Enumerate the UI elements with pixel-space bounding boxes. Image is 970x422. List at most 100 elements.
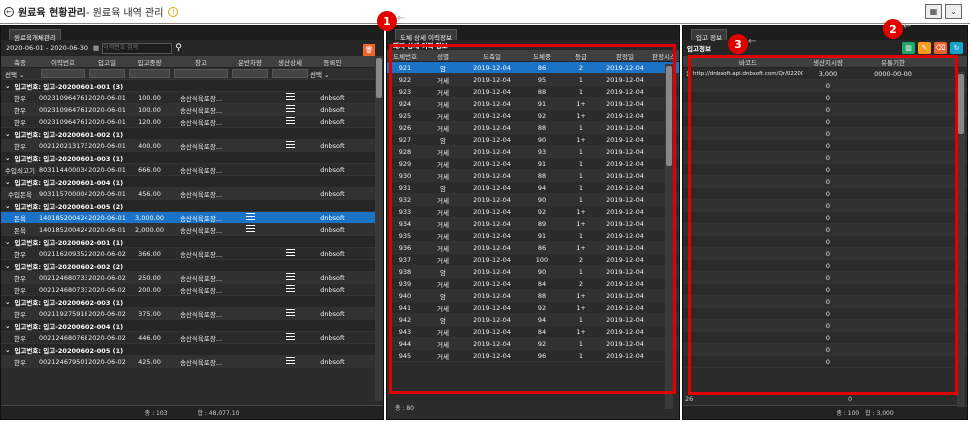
table-row[interactable]: 한우 002119275918 2020-06-02 375.00 송산식육포장... d… — [1, 308, 383, 320]
table-row[interactable]: 돈육 140185200424 2020-06-01 2,000.00 송산식육포장..… — [1, 224, 383, 236]
table-row[interactable]: 936 거세 2019-12-04 86 1+ 2019-12-04 — [387, 242, 679, 254]
warning-icon[interactable]: ! — [168, 6, 179, 17]
table-row[interactable]: 0 — [683, 272, 967, 284]
group-header[interactable]: ⌄ 입고번호: 입고-20200602-005 (1) — [1, 344, 383, 356]
date-range-field[interactable]: 2020-06-01 - 2020-06-30 — [6, 44, 88, 52]
chevron-down-icon[interactable]: ⌄ — [5, 82, 10, 90]
table-row[interactable]: 935 거세 2019-12-04 91 1 2019-12-04 — [387, 230, 679, 242]
table-row[interactable]: 0 — [683, 308, 967, 320]
left-col-header[interactable]: 입고일 — [87, 57, 127, 67]
right-col-header[interactable]: 생산지시량 — [803, 57, 853, 67]
table-row[interactable]: 925 거세 2019-12-04 92 1+ 2019-12-04 — [387, 110, 679, 122]
table-row[interactable]: 927 암 2019-12-04 90 1+ 2019-12-04 — [387, 134, 679, 146]
chevron-down-icon[interactable]: ⌄ — [5, 130, 10, 138]
list-icon[interactable] — [285, 249, 295, 256]
right-col-header[interactable]: 바코드 — [693, 57, 803, 67]
group-header[interactable]: ⌄ 입고번호: 입고-20200602-004 (1) — [1, 320, 383, 332]
table-row[interactable]: 수입쇠고기 803114400034 2020-06-01 666.00 송산식육포장.… — [1, 164, 383, 176]
table-row[interactable]: 돈육 140185200424 2020-06-01 3,000.00 송산식육포장..… — [1, 212, 383, 224]
middle-scrollbar[interactable] — [665, 64, 673, 409]
table-row[interactable]: 1 http://dnbsoft.api.dnbsoft.com/Qr/02200… — [683, 68, 967, 80]
group-header[interactable]: ⌄ 입고번호: 입고-20200602-001 (1) — [1, 236, 383, 248]
table-row[interactable]: 0 — [683, 140, 967, 152]
table-row[interactable]: 0 — [683, 248, 967, 260]
group-header[interactable]: ⌄ 입고번호: 입고-20200601-005 (2) — [1, 200, 383, 212]
table-row[interactable]: 0 — [683, 236, 967, 248]
table-row[interactable]: 930 거세 2019-12-04 88 1 2019-12-04 — [387, 170, 679, 182]
middle-col-header[interactable]: 도체번호 — [387, 51, 423, 61]
filter-user-select[interactable]: 선택 ⌄ — [310, 69, 355, 79]
delete-icon[interactable]: 🗑 — [363, 44, 375, 56]
table-row[interactable]: 수입돈육 903115700004 2020-06-01 456.00 송산식육포장..… — [1, 188, 383, 200]
filter-warehouse-input[interactable] — [174, 69, 228, 79]
table-row[interactable]: 0 — [683, 164, 967, 176]
left-col-header[interactable]: 생산상세 — [270, 57, 310, 67]
group-header[interactable]: ⌄ 입고번호: 입고-20200602-003 (1) — [1, 296, 383, 308]
table-row[interactable]: 928 거세 2019-12-04 93 1 2019-12-04 — [387, 146, 679, 158]
left-col-header[interactable]: 창고 — [172, 57, 230, 67]
list-icon[interactable] — [285, 117, 295, 124]
left-col-header[interactable]: 운반차량 — [230, 57, 270, 67]
table-row[interactable]: 한우 002120213173 2020-06-01 400.00 송산식육포장... d… — [1, 140, 383, 152]
tab-raw-meat[interactable]: 원료육개체관리 — [9, 29, 61, 42]
chevron-down-icon[interactable]: ⌄ — [5, 154, 10, 162]
list-icon[interactable] — [285, 309, 295, 316]
left-col-header[interactable]: 이력번호 — [39, 57, 87, 67]
middle-col-header[interactable]: 성별 — [423, 51, 463, 61]
table-row[interactable]: 0 — [683, 356, 967, 368]
filter-trace-input[interactable] — [41, 69, 85, 79]
middle-col-header[interactable]: 도체중 — [521, 51, 563, 61]
list-icon[interactable] — [245, 213, 255, 220]
chevron-down-icon[interactable]: ⌄ — [5, 298, 10, 306]
table-row[interactable]: 938 암 2019-12-04 90 1 2019-12-04 — [387, 266, 679, 278]
table-row[interactable]: 0 — [683, 344, 967, 356]
table-row[interactable]: 한우 002310964761 2020-06-01 100.00 송산식육포장... d… — [1, 104, 383, 116]
chevron-down-icon[interactable]: ⌄ — [5, 346, 10, 354]
middle-col-header[interactable]: 등급 — [563, 51, 599, 61]
edit-icon[interactable]: ✎ — [918, 42, 931, 54]
filter-vehicle-input[interactable] — [232, 69, 268, 79]
table-row[interactable]: 940 암 2019-12-04 88 1+ 2019-12-04 — [387, 290, 679, 302]
search-icon[interactable]: ⚲ — [175, 43, 182, 53]
table-row[interactable]: 931 암 2019-12-04 94 1 2019-12-04 — [387, 182, 679, 194]
table-row[interactable]: 0 — [683, 212, 967, 224]
table-row[interactable]: 한우 002124680733 2020-06-02 250.00 송산식육포장... d… — [1, 272, 383, 284]
table-row[interactable]: 933 거세 2019-12-04 92 1+ 2019-12-04 — [387, 206, 679, 218]
table-row[interactable]: 0 — [683, 260, 967, 272]
table-row[interactable]: 945 거세 2019-12-04 96 1 2019-12-04 — [387, 350, 679, 362]
table-row[interactable]: 937 거세 2019-12-04 100 2 2019-12-04 — [387, 254, 679, 266]
table-row[interactable]: 0 — [683, 152, 967, 164]
list-icon[interactable] — [245, 225, 255, 232]
group-header[interactable]: ⌄ 입고번호: 입고-20200601-004 (1) — [1, 176, 383, 188]
table-row[interactable]: 0 — [683, 284, 967, 296]
list-icon[interactable] — [285, 141, 295, 148]
table-row[interactable]: 0 — [683, 116, 967, 128]
left-col-header[interactable]: 축종 — [1, 57, 39, 67]
table-row[interactable]: 한우 002116209352 2020-06-02 366.00 송산식육포장... d… — [1, 248, 383, 260]
right-scrollbar[interactable] — [957, 72, 965, 407]
table-row[interactable]: 0 — [683, 128, 967, 140]
table-row[interactable]: 923 거세 2019-12-04 88 1 2019-12-04 — [387, 86, 679, 98]
table-row[interactable]: 0 — [683, 176, 967, 188]
chevron-down-icon[interactable]: ⌄ — [5, 178, 10, 186]
table-row[interactable]: 926 거세 2019-12-04 88 1 2019-12-04 — [387, 122, 679, 134]
filter-weight-input[interactable] — [129, 69, 170, 79]
table-row[interactable]: 0 — [683, 224, 967, 236]
list-icon[interactable] — [285, 105, 295, 112]
table-row[interactable]: 921 암 2019-12-04 86 2 2019-12-04 — [387, 62, 679, 74]
window-layout-icon[interactable]: ▦ — [925, 4, 942, 19]
group-header[interactable]: ⌄ 입고번호: 입고-20200602-002 (2) — [1, 260, 383, 272]
table-row[interactable]: 한우 002310964761 2020-06-01 120.00 송산식육포장... d… — [1, 116, 383, 128]
back-arrow-icon[interactable]: ← — [4, 6, 14, 17]
filter-species-select[interactable]: 선택 ⌄ — [1, 69, 39, 79]
middle-col-header[interactable]: 판정일 — [599, 51, 651, 61]
table-row[interactable]: 한우 002124680768 2020-06-02 446.00 송산식육포장... d… — [1, 332, 383, 344]
list-icon[interactable] — [285, 273, 295, 280]
excel-icon[interactable]: ▥ — [902, 42, 915, 54]
table-row[interactable]: 0 — [683, 104, 967, 116]
table-row[interactable]: 929 거세 2019-12-04 91 1 2019-12-04 — [387, 158, 679, 170]
table-row[interactable]: 0 — [683, 296, 967, 308]
middle-col-header[interactable]: 도축일 — [463, 51, 521, 61]
list-icon[interactable] — [285, 93, 295, 100]
right-col-header[interactable]: 유통기한 — [853, 57, 933, 67]
